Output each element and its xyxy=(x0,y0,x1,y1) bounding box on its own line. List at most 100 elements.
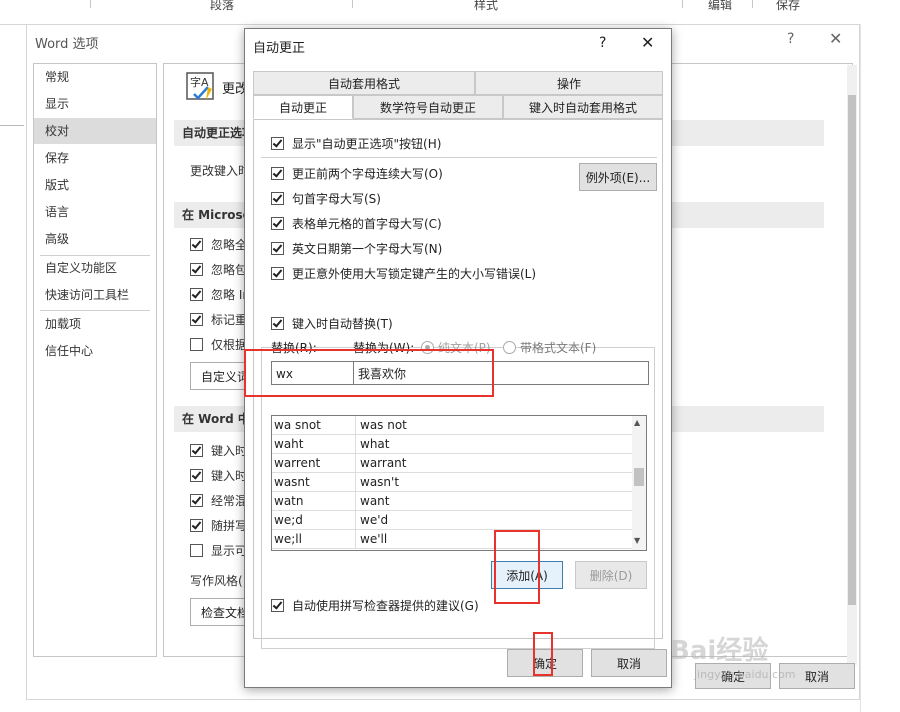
checkbox-checked[interactable] xyxy=(190,238,203,251)
list-item[interactable]: wasnt wasn't xyxy=(272,473,632,492)
office-option-1[interactable]: 忽略全 xyxy=(190,236,247,254)
list-item-with: want xyxy=(360,494,390,508)
checkbox-checked[interactable] xyxy=(190,519,203,532)
nav-item-addins[interactable]: 加载项 xyxy=(34,311,156,337)
dialog-cancel-button[interactable]: 取消 xyxy=(591,649,667,677)
nav-item-save[interactable]: 保存 xyxy=(34,145,156,171)
exceptions-button[interactable]: 例外项(E)... xyxy=(579,163,657,191)
scrollbar-thumb[interactable] xyxy=(848,95,856,605)
list-item-with: was not xyxy=(360,418,407,432)
scroll-down-icon[interactable]: ▼ xyxy=(634,536,640,545)
checkbox-checked[interactable] xyxy=(271,599,284,612)
nav-item-general[interactable]: 常规 xyxy=(34,64,156,90)
nav-item-proofing[interactable]: 校对 xyxy=(34,118,156,144)
word-option-1[interactable]: 键入时 xyxy=(190,442,247,460)
list-item[interactable]: waht what xyxy=(272,435,632,454)
radio-label: 带格式文本(F) xyxy=(520,341,597,355)
autocorrect-list[interactable]: wa snot was not waht what warrent warrant w… xyxy=(271,415,647,551)
proofing-icon: 字A xyxy=(186,72,216,102)
checkbox-checked[interactable] xyxy=(271,317,284,330)
checkbox-checked[interactable] xyxy=(190,444,203,457)
checkbox-checked[interactable] xyxy=(190,288,203,301)
list-item-replace: wasnt xyxy=(274,475,310,489)
ribbon-group-editing: 编辑 xyxy=(708,0,733,12)
checkbox-checked[interactable] xyxy=(190,469,203,482)
list-item-with: we'd xyxy=(360,513,389,527)
ribbon-group-styles: 样式 xyxy=(474,0,499,12)
scroll-up-icon[interactable]: ▲ xyxy=(634,418,640,427)
office-option-3[interactable]: 忽略 In xyxy=(190,286,250,304)
scrollbar-thumb[interactable] xyxy=(634,468,644,486)
column-separator xyxy=(355,473,356,492)
close-icon[interactable]: ✕ xyxy=(829,29,842,48)
ribbon-strip: 段落 样式 编辑 保存 xyxy=(0,0,900,25)
help-icon[interactable]: ? xyxy=(787,31,794,47)
spell-suggest-checkbox[interactable]: 自动使用拼写检查器提供的建议(G) xyxy=(271,597,479,615)
checkbox-checked[interactable] xyxy=(271,192,284,205)
nav-item-trust-center[interactable]: 信任中心 xyxy=(34,338,156,364)
capitalize-sentence[interactable]: 句首字母大写(S) xyxy=(271,190,381,208)
radio-unselected[interactable] xyxy=(503,341,516,354)
capitalize-day-names[interactable]: 英文日期第一个字母大写(N) xyxy=(271,240,442,258)
list-item[interactable]: warrent warrant xyxy=(272,454,632,473)
formatted-text-radio[interactable]: 带格式文本(F) xyxy=(503,339,596,356)
office-option-2[interactable]: 忽略包 xyxy=(190,261,247,279)
tab-autoformat[interactable]: 自动套用格式 xyxy=(253,71,475,95)
nav-item-display[interactable]: 显示 xyxy=(34,91,156,117)
word-option-3[interactable]: 经常混 xyxy=(190,492,247,510)
list-item-with: we'll xyxy=(360,532,388,546)
replace-as-you-type-checkbox[interactable]: 键入时自动替换(T) xyxy=(271,315,397,333)
word-option-5[interactable]: 显示可 xyxy=(190,542,247,560)
list-item[interactable]: wa snot was not xyxy=(272,416,632,435)
tab-autoformat-as-you-type[interactable]: 键入时自动套用格式 xyxy=(503,95,663,119)
option-label: 显示可 xyxy=(211,544,248,558)
highlight-replace-inputs xyxy=(244,349,494,397)
tab-autocorrect[interactable]: 自动更正 xyxy=(253,95,353,119)
list-item-replace: waht xyxy=(274,437,304,451)
column-separator xyxy=(355,454,356,473)
checkbox-label: 更正意外使用大写锁定键产生的大小写错误(L) xyxy=(292,267,537,281)
list-item[interactable]: watn want xyxy=(272,492,632,511)
checkbox-checked[interactable] xyxy=(190,313,203,326)
checkbox-checked[interactable] xyxy=(190,494,203,507)
document-ruler-line xyxy=(0,125,24,126)
word-option-2[interactable]: 键入时 xyxy=(190,467,247,485)
nav-item-layout[interactable]: 版式 xyxy=(34,172,156,198)
checkbox-checked[interactable] xyxy=(271,137,284,150)
capitalize-table-cells[interactable]: 表格单元格的首字母大写(C) xyxy=(271,215,442,233)
list-item[interactable]: we;d we'd xyxy=(272,511,632,530)
checkbox-checked[interactable] xyxy=(190,263,203,276)
list-scrollbar[interactable]: ▲ ▼ xyxy=(632,416,646,550)
list-item-replace: wa snot xyxy=(274,418,321,432)
word-option-4[interactable]: 随拼写 xyxy=(190,517,247,535)
nav-item-language[interactable]: 语言 xyxy=(34,199,156,225)
options-scrollbar[interactable] xyxy=(847,65,857,665)
office-option-5[interactable]: 仅根据 xyxy=(190,336,247,354)
checkbox-checked[interactable] xyxy=(271,242,284,255)
dialog-title: 自动更正 xyxy=(253,41,306,56)
correct-two-initial-caps[interactable]: 更正前两个字母连续大写(O) xyxy=(271,165,443,183)
checkbox-checked[interactable] xyxy=(271,267,284,280)
checkbox-unchecked[interactable] xyxy=(190,544,203,557)
checkbox-unchecked[interactable] xyxy=(190,338,203,351)
ribbon-separator xyxy=(90,0,91,8)
ribbon-group-save: 保存 xyxy=(776,0,801,12)
checkbox-checked[interactable] xyxy=(271,217,284,230)
show-options-checkbox[interactable]: 显示"自动更正选项"按钮(H) xyxy=(271,135,441,153)
nav-item-customize-ribbon[interactable]: 自定义功能区 xyxy=(34,255,156,281)
nav-item-quick-access-toolbar[interactable]: 快速访问工具栏 xyxy=(34,282,156,308)
checkbox-checked[interactable] xyxy=(271,167,284,180)
nav-item-advanced[interactable]: 高级 xyxy=(34,226,156,252)
option-label: 经常混 xyxy=(211,494,248,508)
checkbox-label: 表格单元格的首字母大写(C) xyxy=(292,217,442,231)
close-icon[interactable]: ✕ xyxy=(641,33,654,52)
office-option-4[interactable]: 标记重 xyxy=(190,311,247,329)
correct-caps-lock[interactable]: 更正意外使用大写锁定键产生的大小写错误(L) xyxy=(271,265,536,283)
tab-actions[interactable]: 操作 xyxy=(475,71,663,95)
tab-math-autocorrect[interactable]: 数学符号自动更正 xyxy=(353,95,503,119)
delete-button[interactable]: 删除(D) xyxy=(575,561,647,589)
list-item[interactable]: we;ll we'll xyxy=(272,530,632,549)
help-icon[interactable]: ? xyxy=(599,35,606,51)
highlight-ok-button xyxy=(533,632,553,676)
column-separator xyxy=(355,416,356,435)
